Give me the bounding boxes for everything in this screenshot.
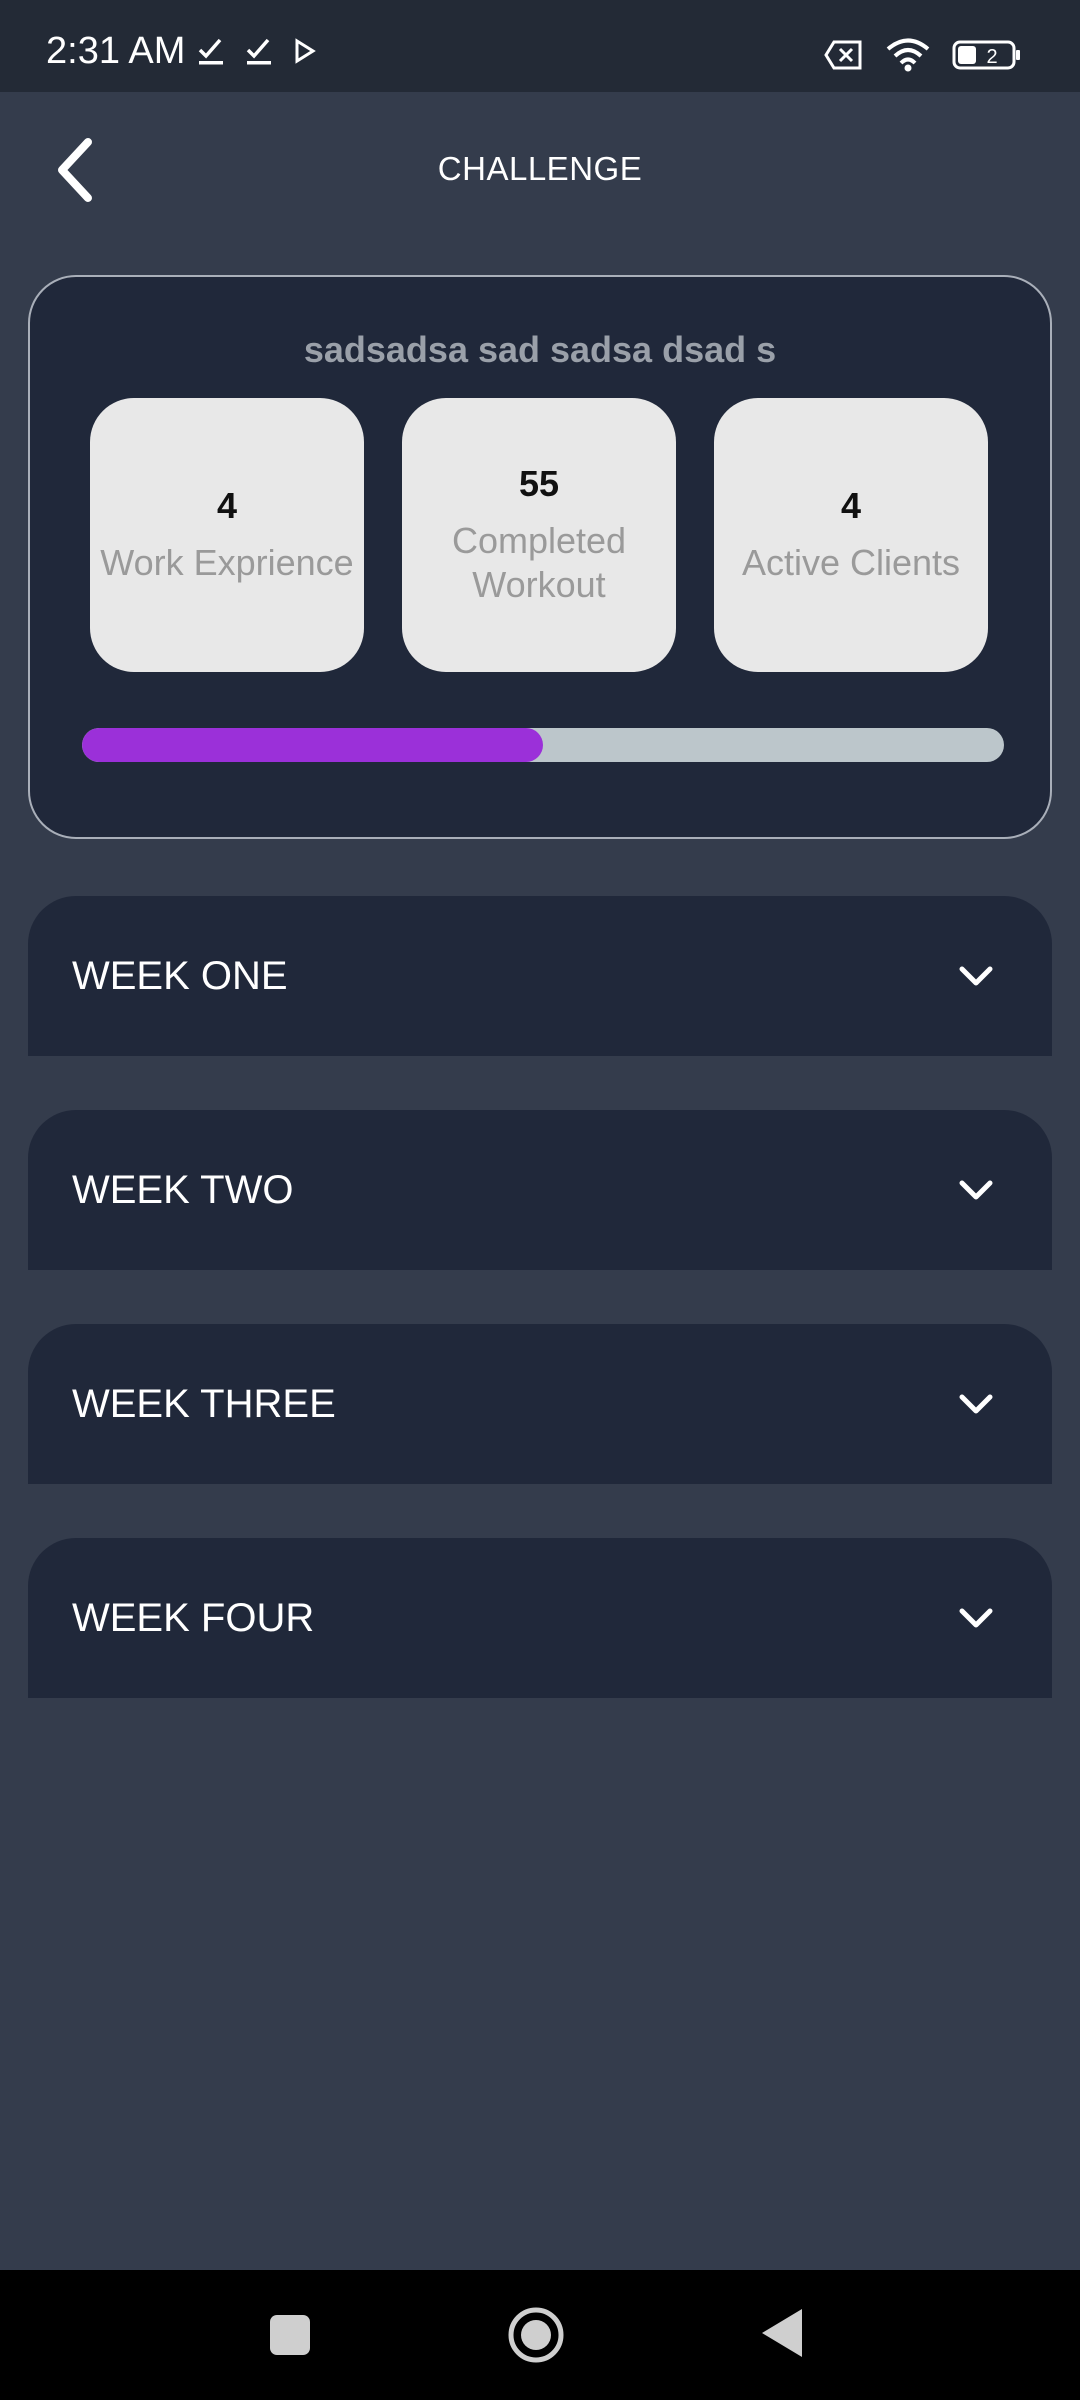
week-label: WEEK FOUR <box>72 1596 315 1640</box>
status-time: 2:31 AM <box>46 30 186 72</box>
stat-label: Work Exprience <box>100 542 354 583</box>
check-download-icon <box>196 36 226 66</box>
status-bar: 2:31 AM 2 <box>0 0 1080 92</box>
challenge-summary-card: sadsadsa sad sadsa dsad s 4 Work Exprien… <box>28 275 1052 839</box>
home-button[interactable] <box>506 2305 566 2365</box>
wifi-icon <box>886 38 930 72</box>
week-two-accordion[interactable]: WEEK TWO <box>28 1110 1052 1270</box>
progress-bar <box>82 728 1004 762</box>
chevron-down-icon <box>956 956 996 996</box>
week-three-accordion[interactable]: WEEK THREE <box>28 1324 1052 1484</box>
week-label: WEEK THREE <box>72 1382 336 1426</box>
page-title: CHALLENGE <box>437 150 643 187</box>
check-download-icon <box>244 36 274 66</box>
back-nav-button[interactable] <box>760 2307 804 2359</box>
battery-level: 2 <box>986 46 997 68</box>
recent-apps-button[interactable] <box>268 2313 312 2357</box>
chevron-down-icon <box>956 1170 996 1210</box>
progress-fill <box>82 728 543 762</box>
week-label: WEEK TWO <box>72 1168 294 1212</box>
app-header: CHALLENGE <box>0 92 1080 248</box>
no-sim-icon <box>824 40 864 70</box>
stat-value: 4 <box>840 485 862 526</box>
stat-value: 55 <box>518 463 560 504</box>
stat-label: Active Clients <box>741 542 961 583</box>
stat-value: 4 <box>216 485 238 526</box>
system-icons: 2 <box>824 38 1022 72</box>
play-store-icon <box>292 36 318 66</box>
chevron-down-icon <box>956 1384 996 1424</box>
card-title: sadsadsa sad sadsa dsad s <box>303 329 777 370</box>
stat-work-experience: 4 Work Exprience <box>90 398 364 672</box>
battery-icon: 2 <box>952 40 1022 70</box>
stat-active-clients: 4 Active Clients <box>714 398 988 672</box>
chevron-down-icon <box>956 1598 996 1638</box>
system-nav-bar <box>0 2270 1080 2400</box>
stat-label: Completed Workout <box>451 520 627 605</box>
stat-completed-workout: 55 Completed Workout <box>402 398 676 672</box>
week-one-accordion[interactable]: WEEK ONE <box>28 896 1052 1056</box>
week-label: WEEK ONE <box>72 954 288 998</box>
notification-icons <box>196 36 318 66</box>
week-four-accordion[interactable]: WEEK FOUR <box>28 1538 1052 1698</box>
